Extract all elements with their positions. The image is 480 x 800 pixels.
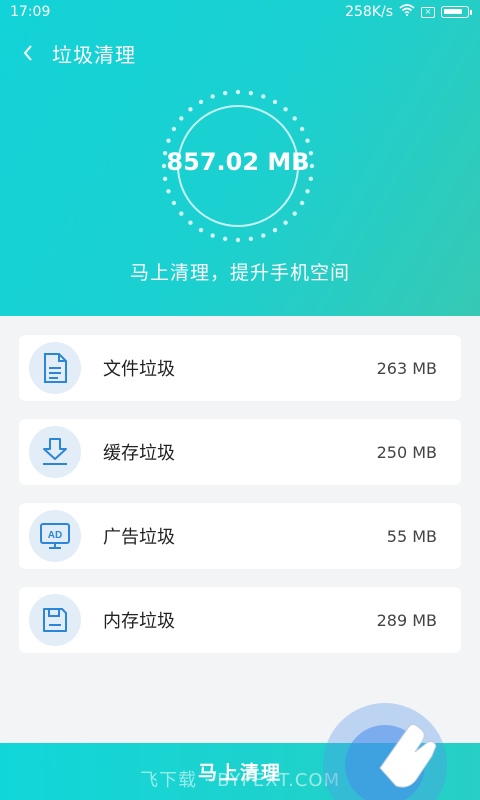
ring-dot [248,236,254,242]
back-button[interactable] [18,36,38,70]
ring-dot [188,220,193,225]
battery-tip [470,9,472,15]
ring-dot [162,176,168,182]
ring-dot [188,107,193,112]
junk-item-label: 广告垃圾 [103,527,175,548]
ring-dot [305,189,310,194]
ring-dot [179,116,184,121]
document-icon [29,342,81,394]
memory-card-icon [29,594,81,646]
ring-dot [261,94,266,99]
ring-dot [210,233,215,238]
junk-item-size: 250 MB [376,442,437,462]
sim-off-icon: × [421,6,435,18]
header: 17:09 258K/s × 垃圾清理 857.02 MB 马上清理，提升手机空… [0,0,480,316]
subtitle: 马上清理，提升手机空间 [129,262,350,284]
ring-dot [222,90,228,96]
ring-dot [171,126,177,132]
ring-dot [235,237,241,243]
junk-item-label: 内存垃圾 [103,611,175,632]
junk-item-file[interactable]: 文件垃圾 263 MB [19,335,461,401]
ring-dot [166,189,171,194]
ring-dot [292,211,297,216]
watermark: 飞下载 · BYFEXT.COM [140,770,341,791]
junk-item-ad[interactable]: AD 广告垃圾 55 MB [19,503,461,569]
junk-item-label: 缓存垃圾 [103,443,175,464]
wifi-icon [399,4,415,20]
network-speed: 258K/s [345,4,393,20]
ring-dot [198,99,204,105]
junk-item-memory[interactable]: 内存垃圾 289 MB [19,587,461,653]
ring-dot [261,233,266,238]
size-ring: 857.02 MB [160,88,316,244]
junk-item-size: 289 MB [376,610,437,630]
ring-dot [299,200,305,206]
ring-dot [166,138,171,143]
junk-item-size: 55 MB [386,526,437,546]
ring-dot [248,90,254,96]
ring-dot [272,99,278,105]
download-icon [29,426,81,478]
ring-dot [210,94,215,99]
ring-dot [283,107,288,112]
status-time: 17:09 [10,4,51,20]
chevron-left-icon [23,45,32,61]
ring-dot [305,138,310,143]
junk-item-label: 文件垃圾 [103,359,175,380]
ring-dot [272,227,278,233]
ad-monitor-icon: AD [29,510,81,562]
page-title: 垃圾清理 [52,42,136,67]
ring-dot [235,89,241,95]
ring-dot [198,227,204,233]
ring-dot [283,220,288,225]
hand-pointer-icon [323,703,447,800]
status-bar: 17:09 258K/s × [0,0,480,24]
svg-text:AD: AD [48,530,62,541]
status-right: 258K/s × [345,4,472,20]
ring-dot [171,200,177,206]
junk-item-cache[interactable]: 缓存垃圾 250 MB [19,419,461,485]
junk-item-size: 263 MB [376,358,437,378]
ring-dot [292,116,297,121]
junk-list: 文件垃圾 263 MB 缓存垃圾 250 MB AD 广告垃圾 55 MB 内存… [19,335,461,671]
ring-dot [222,236,228,242]
tap-hint [320,690,450,800]
total-junk-size: 857.02 MB [166,148,310,176]
ring-dot [179,211,184,216]
nav-bar: 垃圾清理 [18,36,136,70]
battery-icon [441,6,469,18]
ring-dot [308,176,314,182]
ring-dot [299,126,305,132]
